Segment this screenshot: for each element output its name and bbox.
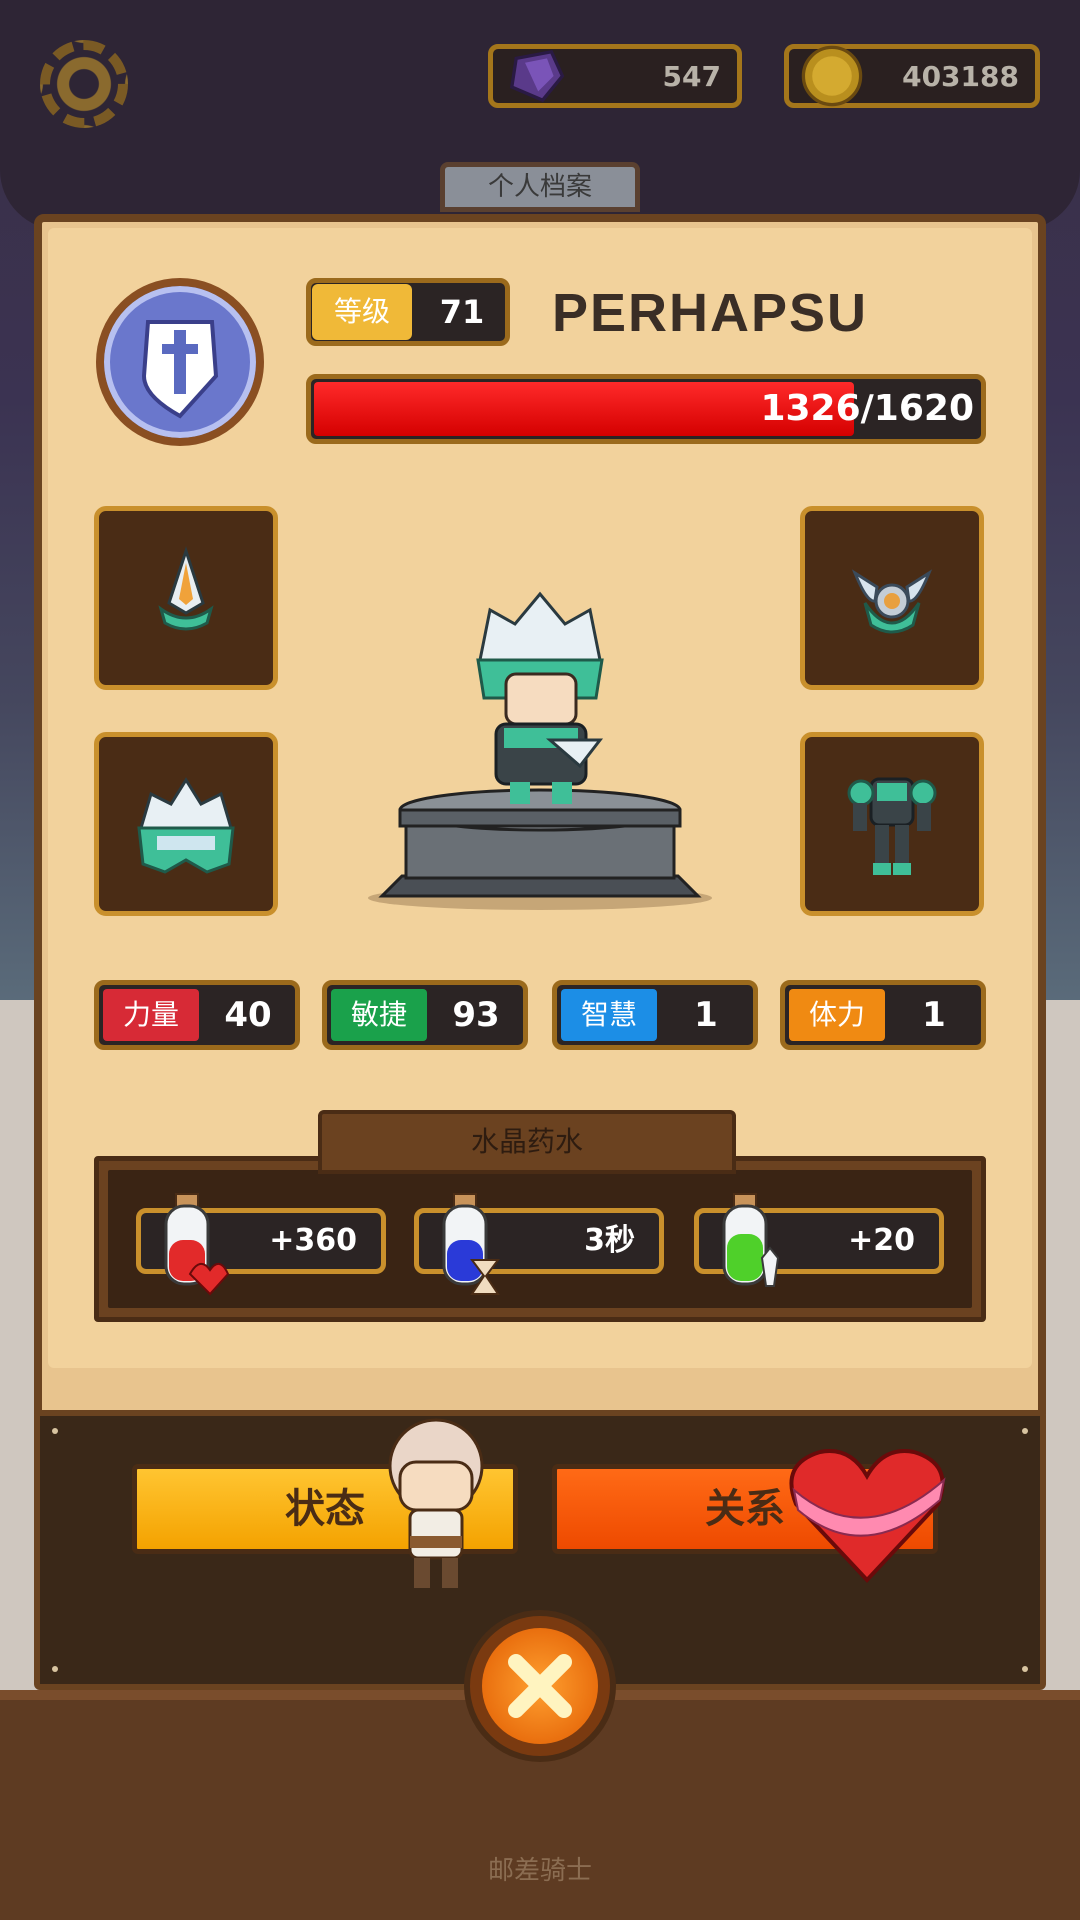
stat-agility-value: 93: [452, 995, 500, 1035]
health-potion-icon: [164, 1193, 230, 1296]
close-icon[interactable]: [482, 1628, 598, 1744]
equip-slot-weapon[interactable]: [94, 506, 278, 690]
potion-time-value: 3秒: [584, 1223, 635, 1258]
dagger-icon: [158, 546, 214, 631]
stat-stamina-value: 1: [922, 995, 946, 1035]
hero-character: [476, 591, 604, 804]
stat-wisdom: 智慧 1: [552, 980, 758, 1050]
armor-suit-icon: [847, 777, 937, 875]
rivet: [1022, 1428, 1028, 1434]
class-emblem-icon: [96, 278, 264, 446]
equip-slot-helmet[interactable]: [94, 732, 278, 916]
coin-counter: 403188: [784, 44, 1040, 108]
attack-potion-icon: [722, 1193, 780, 1287]
potion-title: 水晶药水: [470, 1125, 583, 1158]
gem-count: 547: [662, 59, 721, 93]
rivet: [52, 1428, 58, 1434]
footer-caption: 邮差骑士: [487, 1856, 592, 1886]
potion-health-value: +360: [269, 1223, 357, 1258]
rivet: [52, 1666, 58, 1672]
gem-icon: [509, 49, 565, 103]
time-potion-icon: [442, 1193, 500, 1295]
coin-icon: [801, 45, 863, 107]
coin-count: 403188: [902, 59, 1019, 93]
stat-agility: 敏捷 93: [322, 980, 528, 1050]
stat-stamina: 体力 1: [780, 980, 986, 1050]
stat-strength-label: 力量: [103, 989, 199, 1041]
stat-wisdom-label: 智慧: [561, 989, 657, 1041]
level-label: 等级: [312, 284, 412, 340]
winged-amulet-icon: [851, 569, 933, 634]
potion-attack-value: +20: [848, 1223, 915, 1258]
npc-character: [388, 1418, 484, 1588]
stat-stamina-label: 体力: [789, 989, 885, 1041]
tab-profile[interactable]: 个人档案: [440, 162, 640, 212]
crystal-helmet-icon: [137, 777, 235, 874]
equip-slot-amulet[interactable]: [800, 506, 984, 690]
settings-gear-icon[interactable]: [40, 40, 128, 128]
heart-icon: [789, 1449, 946, 1583]
stat-strength-value: 40: [224, 995, 272, 1035]
equip-slot-armor[interactable]: [800, 732, 984, 916]
stat-agility-label: 敏捷: [331, 989, 427, 1041]
level-value: 71: [439, 293, 485, 331]
hp-text: 1326/1620: [760, 388, 974, 429]
gem-counter: 547: [488, 44, 742, 108]
rivet: [1022, 1666, 1028, 1672]
stat-wisdom-value: 1: [694, 995, 718, 1035]
stat-strength: 力量 40: [94, 980, 300, 1050]
player-name: PERHAPSU: [552, 283, 869, 343]
